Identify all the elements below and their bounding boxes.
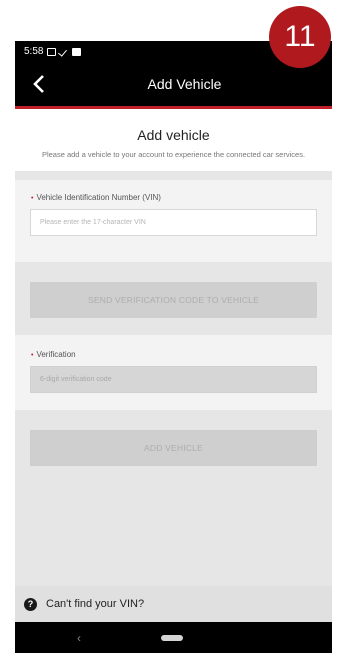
verification-section: • Verification 6-digit verification code xyxy=(15,335,332,410)
cant-find-vin-link[interactable]: ? Can't find your VIN? xyxy=(15,586,332,622)
send-code-section: SEND VERIFICATION CODE TO VEHICLE xyxy=(15,262,332,335)
page-title: Add Vehicle xyxy=(147,76,222,92)
screenshot-icon xyxy=(47,47,57,56)
verification-label: • Verification xyxy=(30,350,317,359)
app-bar: Add Vehicle xyxy=(15,62,332,109)
step-number-badge: 11 xyxy=(269,6,331,68)
download-done-icon xyxy=(59,48,69,56)
vin-label-text: Vehicle Identification Number (VIN) xyxy=(36,193,161,202)
cant-find-vin-label: Can't find your VIN? xyxy=(46,598,145,610)
verification-label-text: Verification xyxy=(36,350,76,359)
system-nav-bar: ‹ xyxy=(15,622,332,653)
intro-section: Add vehicle Please add a vehicle to your… xyxy=(15,109,332,171)
nav-home-pill[interactable] xyxy=(161,635,183,641)
phone-screen: 5:58 Add Vehicle Add vehicle Please add … xyxy=(15,41,332,653)
verification-code-input[interactable]: 6-digit verification code xyxy=(30,366,317,393)
vin-input[interactable]: Please enter the 17-character VIN xyxy=(30,209,317,236)
nav-back-icon[interactable]: ‹ xyxy=(77,631,81,645)
vin-label: • Vehicle Identification Number (VIN) xyxy=(30,193,317,202)
status-icons xyxy=(47,47,82,56)
notification-icon xyxy=(72,47,82,56)
required-marker: • xyxy=(31,352,34,359)
status-time: 5:58 xyxy=(24,46,44,57)
intro-description: Please add a vehicle to your account to … xyxy=(41,150,306,159)
required-marker: • xyxy=(31,195,34,202)
add-vehicle-section: ADD VEHICLE xyxy=(15,410,332,466)
intro-title: Add vehicle xyxy=(137,127,210,143)
vin-section: • Vehicle Identification Number (VIN) Ple… xyxy=(15,180,332,262)
add-vehicle-button[interactable]: ADD VEHICLE xyxy=(30,430,317,466)
send-verification-code-button[interactable]: SEND VERIFICATION CODE TO VEHICLE xyxy=(30,282,317,318)
help-icon: ? xyxy=(24,597,37,611)
